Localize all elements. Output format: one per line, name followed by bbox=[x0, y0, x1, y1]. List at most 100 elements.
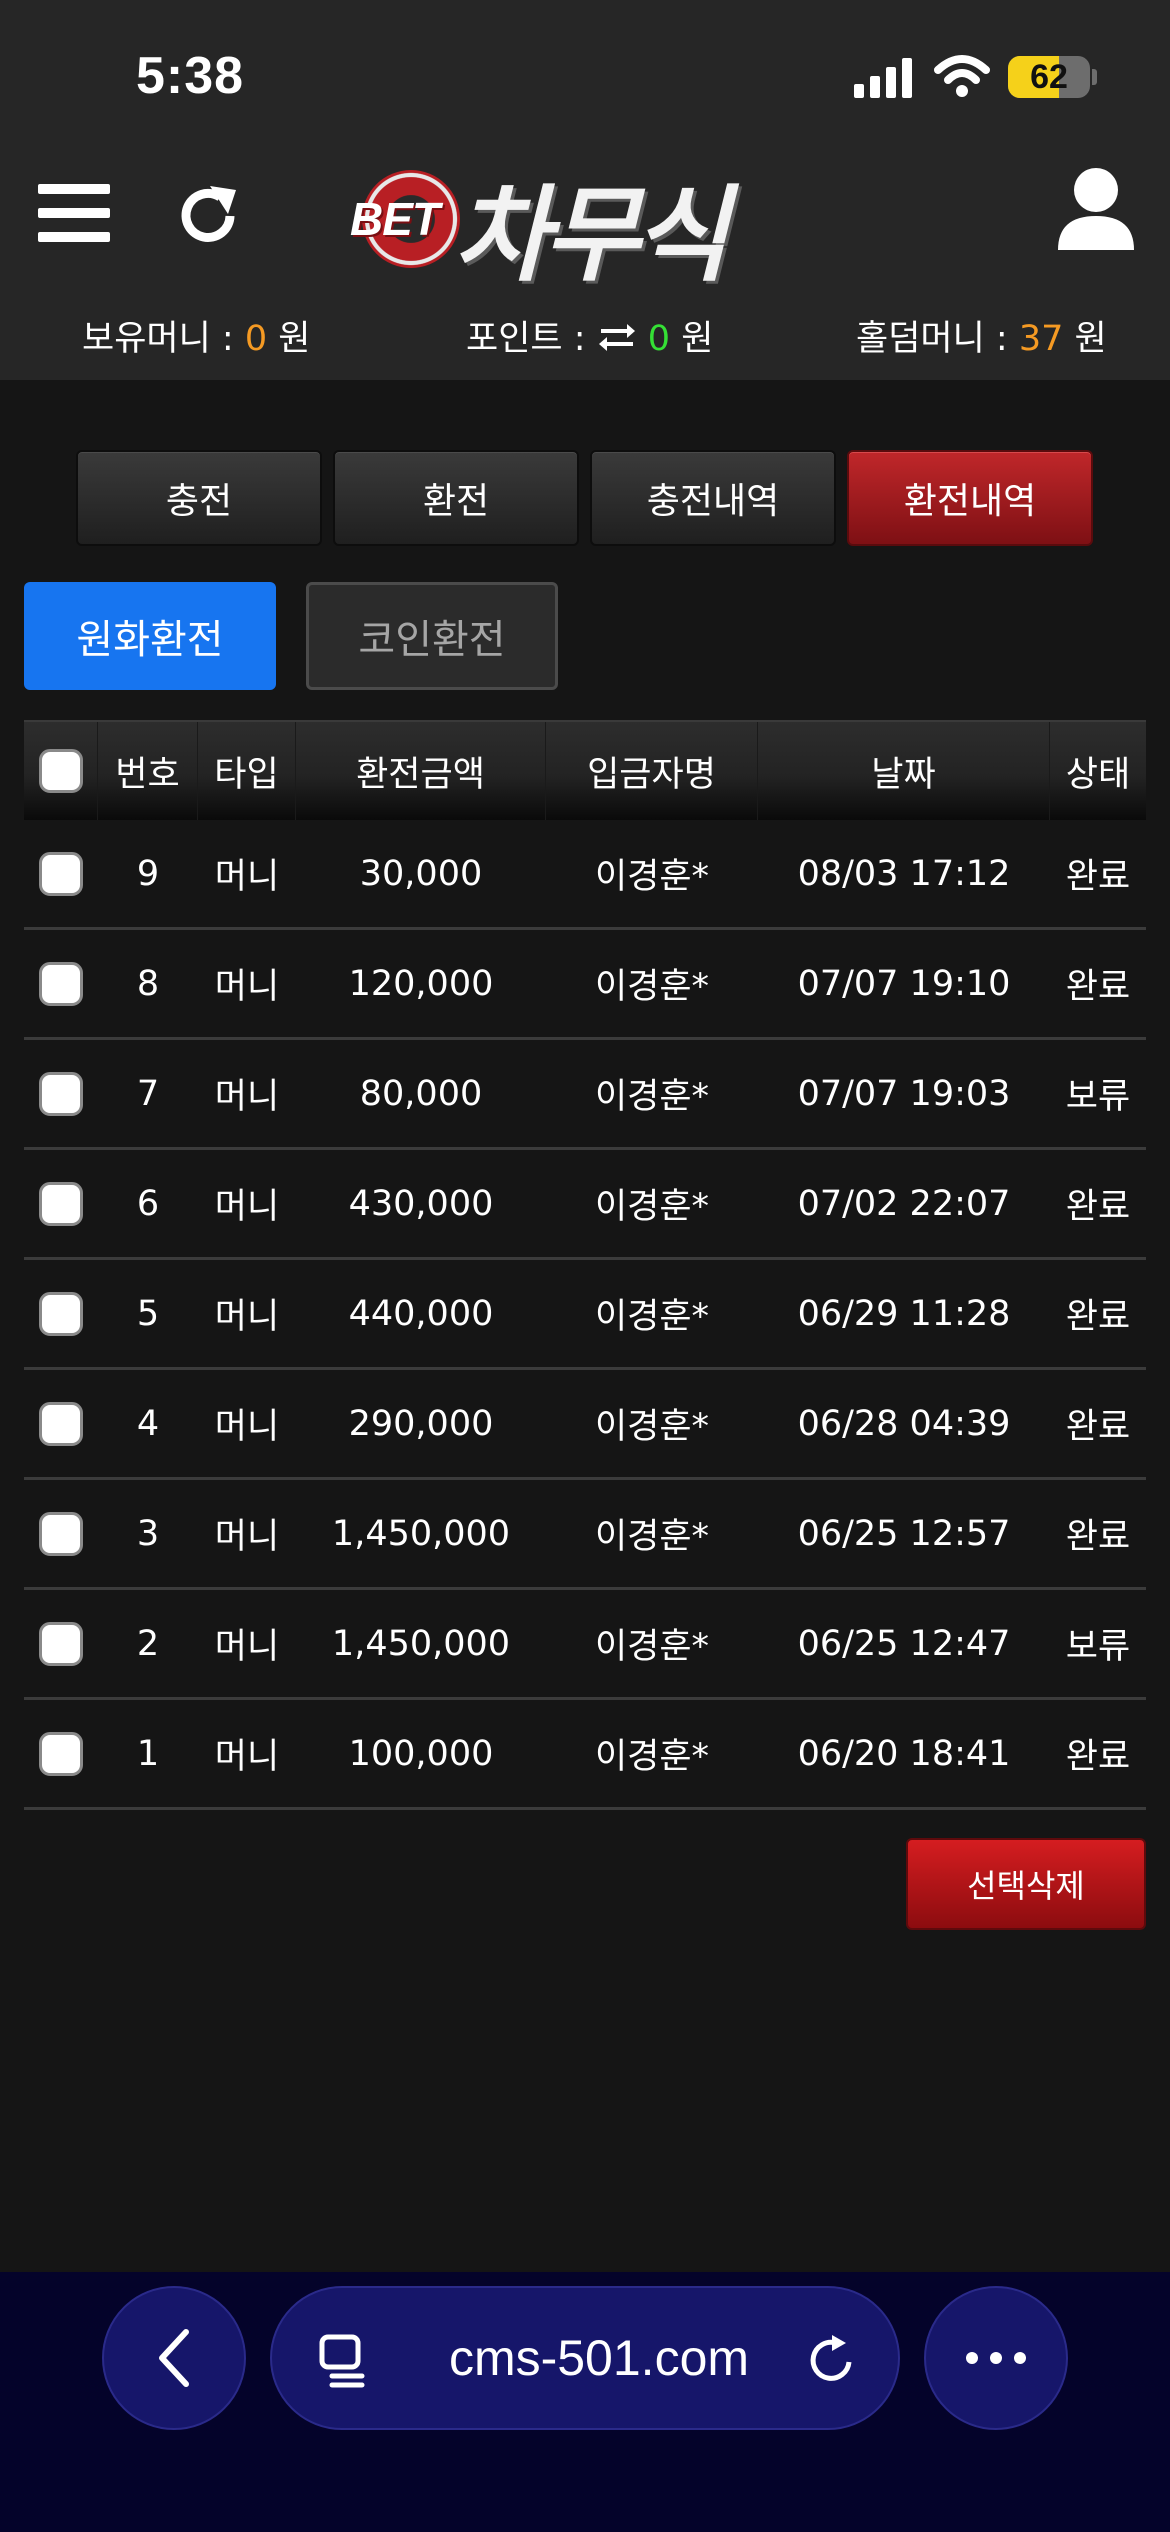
row-amount: 290,000 bbox=[348, 1403, 494, 1444]
withdraw-history-table: 번호 타입 환전금액 입금자명 날짜 상태 9 머니 30,000 이경훈* 0… bbox=[24, 720, 1146, 1810]
tab-withdraw[interactable]: 환전 bbox=[333, 450, 579, 546]
row-depositor: 이경훈* bbox=[594, 1077, 710, 1117]
row-amount: 100,000 bbox=[348, 1733, 494, 1774]
battery-level: 62 bbox=[1030, 57, 1068, 96]
status-time: 5:38 bbox=[136, 47, 245, 105]
row-checkbox[interactable] bbox=[39, 1181, 83, 1226]
row-depositor: 이경훈* bbox=[594, 1297, 710, 1337]
row-type: 머니 bbox=[214, 1737, 280, 1777]
row-amount: 80,000 bbox=[359, 1073, 483, 1114]
row-number: 9 bbox=[136, 853, 160, 894]
address-bar[interactable]: cms-501.com bbox=[270, 2286, 900, 2430]
point-balance[interactable]: 포인트 : 0 원 bbox=[466, 310, 713, 361]
row-status: 완료 bbox=[1065, 1297, 1131, 1337]
row-date: 06/28 04:39 bbox=[797, 1403, 1011, 1444]
logo-name: 차무식 bbox=[454, 174, 729, 296]
more-icon bbox=[966, 2352, 1026, 2364]
table-row: 7 머니 80,000 이경훈* 07/07 19:03 보류 bbox=[24, 1040, 1146, 1150]
row-number: 5 bbox=[136, 1293, 160, 1334]
row-type: 머니 bbox=[214, 1187, 280, 1227]
row-number: 3 bbox=[136, 1513, 160, 1554]
delete-selected-button[interactable]: 선택삭제 bbox=[906, 1838, 1146, 1930]
row-checkbox[interactable] bbox=[39, 1071, 83, 1116]
table-row: 9 머니 30,000 이경훈* 08/03 17:12 완료 bbox=[24, 820, 1146, 930]
row-status: 완료 bbox=[1065, 1517, 1131, 1557]
battery-icon: 62 bbox=[1008, 56, 1090, 98]
row-amount: 30,000 bbox=[359, 853, 483, 894]
money-value: 0 bbox=[244, 319, 268, 359]
holdem-value: 37 bbox=[1018, 319, 1064, 359]
row-date: 06/25 12:47 bbox=[797, 1623, 1011, 1664]
tab-krw-exchange[interactable]: 원화환전 bbox=[24, 582, 276, 690]
tabs-icon[interactable] bbox=[318, 2334, 370, 2388]
row-checkbox[interactable] bbox=[39, 1291, 83, 1336]
tab-deposit-history[interactable]: 충전내역 bbox=[590, 450, 836, 546]
row-number: 4 bbox=[136, 1403, 160, 1444]
row-depositor: 이경훈* bbox=[594, 1737, 710, 1777]
table-row: 8 머니 120,000 이경훈* 07/07 19:10 완료 bbox=[24, 930, 1146, 1040]
more-button[interactable] bbox=[924, 2286, 1068, 2430]
row-amount: 430,000 bbox=[348, 1183, 494, 1224]
row-type: 머니 bbox=[214, 967, 280, 1007]
point-label: 포인트 : bbox=[466, 319, 597, 359]
header-type: 타입 bbox=[198, 722, 296, 820]
holdem-unit: 원 bbox=[1063, 319, 1107, 359]
row-status: 완료 bbox=[1065, 1407, 1131, 1447]
swap-icon[interactable] bbox=[597, 322, 637, 352]
battery-cap bbox=[1092, 69, 1097, 85]
row-date: 07/07 19:03 bbox=[797, 1073, 1011, 1114]
money-label: 보유머니 : bbox=[82, 319, 245, 359]
tab-withdraw-history[interactable]: 환전내역 bbox=[847, 450, 1093, 546]
row-number: 6 bbox=[136, 1183, 160, 1224]
row-depositor: 이경훈* bbox=[594, 1627, 710, 1667]
wifi-icon bbox=[934, 55, 990, 97]
row-date: 06/20 18:41 bbox=[797, 1733, 1011, 1774]
row-status: 완료 bbox=[1065, 967, 1131, 1007]
table-row: 5 머니 440,000 이경훈* 06/29 11:28 완료 bbox=[24, 1260, 1146, 1370]
row-amount: 120,000 bbox=[348, 963, 494, 1004]
row-date: 07/07 19:10 bbox=[797, 963, 1011, 1004]
row-amount: 440,000 bbox=[348, 1293, 494, 1334]
row-type: 머니 bbox=[214, 857, 280, 897]
row-type: 머니 bbox=[214, 1627, 280, 1667]
table-row: 4 머니 290,000 이경훈* 06/28 04:39 완료 bbox=[24, 1370, 1146, 1480]
select-all-checkbox[interactable] bbox=[38, 749, 83, 793]
row-date: 06/25 12:57 bbox=[797, 1513, 1011, 1554]
row-checkbox[interactable] bbox=[39, 1511, 83, 1556]
refresh-icon[interactable] bbox=[172, 180, 244, 252]
row-number: 7 bbox=[136, 1073, 160, 1114]
table-row: 2 머니 1,450,000 이경훈* 06/25 12:47 보류 bbox=[24, 1590, 1146, 1700]
row-status: 완료 bbox=[1065, 857, 1131, 897]
header-depositor: 입금자명 bbox=[546, 722, 758, 820]
row-checkbox[interactable] bbox=[39, 1401, 83, 1446]
table-row: 1 머니 100,000 이경훈* 06/20 18:41 완료 bbox=[24, 1700, 1146, 1810]
row-depositor: 이경훈* bbox=[594, 1517, 710, 1557]
user-icon[interactable] bbox=[1056, 166, 1136, 254]
tab-coin-exchange[interactable]: 코인환전 bbox=[306, 582, 558, 690]
status-bar: 5:38 62 bbox=[0, 0, 1170, 140]
table-row: 6 머니 430,000 이경훈* 07/02 22:07 완료 bbox=[24, 1150, 1146, 1260]
row-date: 06/29 11:28 bbox=[797, 1293, 1011, 1334]
holdem-label: 홀덤머니 : bbox=[856, 319, 1019, 359]
row-type: 머니 bbox=[214, 1297, 280, 1337]
balance-row: 보유머니 : 0 원 포인트 : 0 원 홀덤머니 : 37 원 bbox=[0, 310, 1170, 361]
select-all-cell bbox=[24, 722, 98, 820]
row-amount: 1,450,000 bbox=[331, 1623, 511, 1664]
tab-deposit[interactable]: 충전 bbox=[76, 450, 322, 546]
money-unit: 원 bbox=[267, 319, 311, 359]
menu-icon[interactable] bbox=[38, 180, 110, 246]
site-logo[interactable]: BET 차무식 bbox=[350, 154, 810, 296]
row-checkbox[interactable] bbox=[39, 851, 83, 896]
row-depositor: 이경훈* bbox=[594, 967, 710, 1007]
row-checkbox[interactable] bbox=[39, 1731, 83, 1776]
point-unit: 원 bbox=[670, 319, 714, 359]
signal-icon bbox=[854, 58, 912, 98]
url-text: cms-501.com bbox=[448, 2330, 750, 2386]
table-header: 번호 타입 환전금액 입금자명 날짜 상태 bbox=[24, 720, 1146, 820]
row-checkbox[interactable] bbox=[39, 961, 83, 1006]
reload-icon[interactable] bbox=[806, 2334, 858, 2386]
row-checkbox[interactable] bbox=[39, 1621, 83, 1666]
row-date: 07/02 22:07 bbox=[797, 1183, 1011, 1224]
back-button[interactable] bbox=[102, 2286, 246, 2430]
row-depositor: 이경훈* bbox=[594, 1187, 710, 1227]
